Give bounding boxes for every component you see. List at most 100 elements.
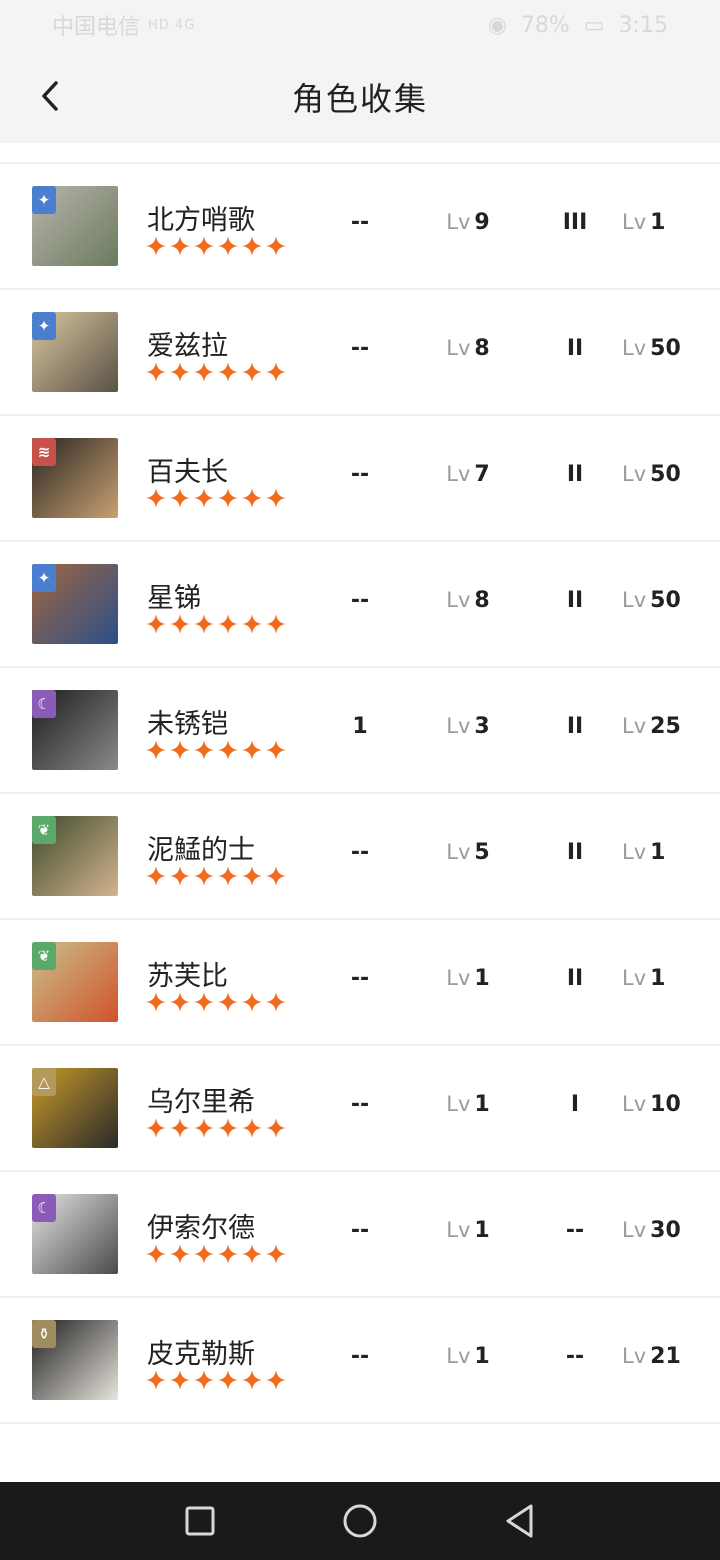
element-icon: ❦ <box>32 942 56 970</box>
insight-value: 1 <box>352 714 368 739</box>
level-label: Lv <box>622 714 647 738</box>
character-row[interactable]: ✦ 星锑 -- Lv 8 II Lv 50 <box>0 542 720 668</box>
character-row[interactable]: ✦ 爱兹拉 -- Lv 8 II Lv 50 <box>0 290 720 416</box>
level-label: Lv <box>446 840 471 864</box>
level-label: Lv <box>622 840 647 864</box>
character-row[interactable]: ☾ 未锈铠 1 Lv 3 II Lv 25 <box>0 668 720 794</box>
level-value: 1 <box>650 966 666 991</box>
rarity-stars <box>146 614 286 634</box>
rarity-stars <box>146 236 286 256</box>
level-value: 21 <box>650 1344 681 1369</box>
character-name: 苏芙比 <box>147 961 228 992</box>
character-row[interactable]: ≋ 百夫长 -- Lv 7 II Lv 50 <box>0 416 720 542</box>
element-icon: △ <box>32 1068 56 1096</box>
level-label: Lv <box>446 1092 471 1116</box>
character-level: Lv 3 <box>438 714 498 739</box>
portrait-rank: II <box>566 966 584 991</box>
insight-value: -- <box>350 840 370 865</box>
rarity-stars <box>146 362 286 382</box>
level-label: Lv <box>446 714 471 738</box>
level-label: Lv <box>622 336 647 360</box>
element-icon: ✦ <box>32 564 56 592</box>
system-nav-bar <box>0 1482 720 1560</box>
character-row[interactable]: ❦ 苏芙比 -- Lv 1 II Lv 1 <box>0 920 720 1046</box>
character-level: Lv 7 <box>438 462 498 487</box>
character-level: Lv 1 <box>438 1218 498 1243</box>
level-value: 1 <box>650 840 666 865</box>
level-label: Lv <box>446 336 471 360</box>
eye-icon: ◉ <box>487 12 507 38</box>
level-value: 50 <box>650 588 681 613</box>
insight-value: -- <box>350 210 370 235</box>
insight-value: -- <box>350 462 370 487</box>
insight-value: -- <box>350 1092 370 1117</box>
skill-level: Lv 50 <box>622 588 702 613</box>
character-name: 未锈铠 <box>147 709 228 740</box>
level-label: Lv <box>446 1218 471 1242</box>
rarity-stars <box>146 740 286 760</box>
circle-icon <box>343 1504 377 1538</box>
insight-value: -- <box>350 336 370 361</box>
level-value: 1 <box>474 1344 490 1369</box>
portrait-rank: II <box>566 840 584 865</box>
character-level: Lv 1 <box>438 966 498 991</box>
portrait-rank: II <box>566 714 584 739</box>
level-label: Lv <box>622 588 647 612</box>
level-label: Lv <box>446 462 471 486</box>
character-level: Lv 5 <box>438 840 498 865</box>
element-icon: ❦ <box>32 816 56 844</box>
level-value: 10 <box>650 1092 681 1117</box>
back-nav-button[interactable] <box>500 1501 540 1541</box>
recent-apps-button[interactable] <box>180 1501 220 1541</box>
element-icon: ✦ <box>32 312 56 340</box>
signal-indicator: HD 4G <box>148 17 196 33</box>
element-icon: ✦ <box>32 186 56 214</box>
skill-level: Lv 50 <box>622 462 702 487</box>
character-level: Lv 1 <box>438 1344 498 1369</box>
back-button[interactable] <box>30 76 70 116</box>
app-header: 角色收集 <box>0 50 720 143</box>
character-row[interactable]: ☾ 伊索尔德 -- Lv 1 -- Lv 30 <box>0 1172 720 1298</box>
character-name: 爱兹拉 <box>147 331 228 362</box>
character-name: 皮克勒斯 <box>147 1339 255 1370</box>
rarity-stars <box>146 1118 286 1138</box>
status-bar: 中国电信 HD 4G ◉ 78% ▭ 3:15 <box>0 0 720 50</box>
element-icon: ☾ <box>32 690 56 718</box>
rarity-stars <box>146 1370 286 1390</box>
character-level: Lv 9 <box>438 210 498 235</box>
character-row[interactable]: ❦ 泥鯭的士 -- Lv 5 II Lv 1 <box>0 794 720 920</box>
insight-value: -- <box>350 588 370 613</box>
level-label: Lv <box>622 462 647 486</box>
chevron-left-icon <box>42 81 58 111</box>
rarity-stars <box>146 992 286 1012</box>
skill-level: Lv 1 <box>622 966 702 991</box>
level-value: 1 <box>474 1092 490 1117</box>
character-name: 北方哨歌 <box>147 205 255 236</box>
element-icon: ⚱ <box>32 1320 56 1348</box>
insight-value: -- <box>350 1344 370 1369</box>
home-button[interactable] <box>340 1501 380 1541</box>
portrait-rank: III <box>562 210 588 235</box>
character-row[interactable]: △ 乌尔里希 -- Lv 1 I Lv 10 <box>0 1046 720 1172</box>
level-label: Lv <box>446 1344 471 1368</box>
square-icon <box>185 1506 215 1536</box>
insight-value: -- <box>350 966 370 991</box>
character-row[interactable]: ⚱ 皮克勒斯 -- Lv 1 -- Lv 21 <box>0 1298 720 1424</box>
character-list: ✦ 北方哨歌 -- Lv 9 III Lv 1 ✦ 爱兹拉 -- Lv 8 II Lv 50 ≋ 百夫长 -- Lv 7… <box>0 162 720 1424</box>
page-title: 角色收集 <box>291 79 428 118</box>
level-value: 25 <box>650 714 681 739</box>
level-label: Lv <box>446 966 471 990</box>
skill-level: Lv 1 <box>622 210 702 235</box>
level-label: Lv <box>622 1092 647 1116</box>
portrait-rank: -- <box>565 1344 585 1369</box>
skill-level: Lv 50 <box>622 336 702 361</box>
carrier-label: 中国电信 <box>52 15 141 40</box>
level-label: Lv <box>622 1218 647 1242</box>
skill-level: Lv 1 <box>622 840 702 865</box>
clock: 3:15 <box>618 12 668 38</box>
character-row[interactable]: ✦ 北方哨歌 -- Lv 9 III Lv 1 <box>0 164 720 290</box>
battery-percent: 78% <box>520 12 570 38</box>
skill-level: Lv 30 <box>622 1218 702 1243</box>
battery-icon: ▭ <box>583 12 605 38</box>
character-name: 乌尔里希 <box>147 1087 255 1118</box>
